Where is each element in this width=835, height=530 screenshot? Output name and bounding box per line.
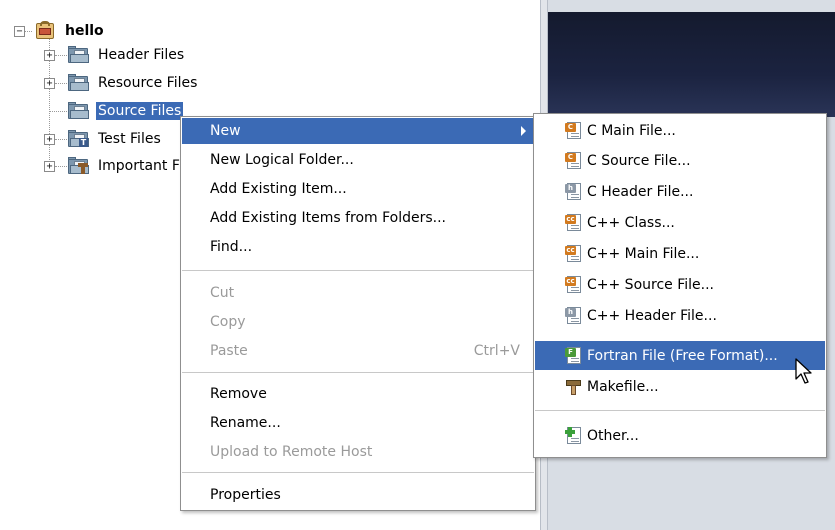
menu-item-shortcut: Ctrl+V bbox=[473, 343, 520, 359]
menu-item-label: Properties bbox=[210, 487, 281, 503]
menu-separator bbox=[535, 410, 825, 411]
menu-item-label: New Logical Folder... bbox=[210, 152, 354, 168]
tree-node-root[interactable]: hello bbox=[34, 19, 106, 43]
folder-icon bbox=[67, 74, 89, 92]
h-file-icon: h bbox=[565, 307, 582, 324]
test-folder-icon: T bbox=[67, 130, 89, 148]
submenu-item-c-source-file[interactable]: C C Source File... bbox=[535, 146, 825, 175]
submenu-item-label: Fortran File (Free Format)... bbox=[587, 347, 778, 364]
submenu-item-c-header-file[interactable]: h C Header File... bbox=[535, 177, 825, 206]
expand-icon[interactable]: + bbox=[44, 78, 55, 89]
menu-item-add-existing-item[interactable]: Add Existing Item... bbox=[182, 176, 534, 202]
menu-item-label: Find... bbox=[210, 239, 253, 255]
tree-node-test-files[interactable]: T Test Files bbox=[67, 127, 163, 151]
menu-separator bbox=[182, 270, 534, 271]
tree-connector bbox=[55, 166, 67, 167]
menu-separator bbox=[182, 472, 534, 473]
fortran-file-icon: F bbox=[565, 347, 582, 364]
project-icon bbox=[34, 21, 56, 41]
menu-item-label: Upload to Remote Host bbox=[210, 444, 373, 460]
tree-node-label: Test Files bbox=[98, 131, 161, 147]
folder-icon bbox=[67, 46, 89, 64]
menu-item-paste: Paste Ctrl+V bbox=[182, 338, 534, 364]
menu-item-copy: Copy bbox=[182, 309, 534, 335]
menu-item-label: Copy bbox=[210, 314, 246, 330]
menu-item-properties[interactable]: Properties bbox=[182, 482, 534, 508]
tree-node-label: Resource Files bbox=[98, 75, 198, 91]
submenu-item-makefile[interactable]: Makefile... bbox=[535, 372, 825, 401]
c-file-icon: C bbox=[565, 152, 582, 169]
submenu-item-fortran-file[interactable]: F Fortran File (Free Format)... bbox=[535, 341, 825, 370]
hammer-icon bbox=[565, 378, 582, 395]
submenu-item-label: C Source File... bbox=[587, 152, 691, 169]
menu-item-label: Paste bbox=[210, 343, 248, 359]
new-file-plus-icon bbox=[565, 427, 582, 444]
collapse-icon[interactable]: − bbox=[14, 26, 25, 37]
menu-item-label: Rename... bbox=[210, 415, 281, 431]
menu-separator bbox=[182, 372, 534, 373]
tree-node-label: hello bbox=[65, 23, 104, 39]
submenu-item-label: C++ Main File... bbox=[587, 245, 700, 262]
submenu-item-label: Other... bbox=[587, 427, 639, 444]
folder-icon bbox=[67, 102, 89, 120]
cpp-file-icon: cc bbox=[565, 245, 582, 262]
editor-dark-area bbox=[548, 12, 835, 117]
menu-item-add-existing-items-from-folders[interactable]: Add Existing Items from Folders... bbox=[182, 205, 534, 231]
h-file-icon: h bbox=[565, 183, 582, 200]
menu-item-remove[interactable]: Remove bbox=[182, 381, 534, 407]
tree-connector bbox=[49, 111, 67, 112]
menu-item-upload-to-remote-host: Upload to Remote Host bbox=[182, 439, 534, 465]
submenu-item-cpp-class[interactable]: cc C++ Class... bbox=[535, 208, 825, 237]
tree-node-source-files[interactable]: Source Files bbox=[67, 99, 184, 123]
cpp-file-icon: cc bbox=[565, 276, 582, 293]
tree-node-label: Source Files bbox=[96, 102, 184, 120]
tree-node-resource-files[interactable]: Resource Files bbox=[67, 71, 199, 95]
submenu-item-other[interactable]: Other... bbox=[535, 421, 825, 450]
menu-item-find[interactable]: Find... bbox=[182, 234, 534, 260]
menu-item-label: Remove bbox=[210, 386, 267, 402]
menu-item-label: New bbox=[210, 123, 241, 139]
submenu-item-label: C++ Header File... bbox=[587, 307, 717, 324]
tree-node-label: Header Files bbox=[98, 47, 185, 63]
menu-item-cut: Cut bbox=[182, 280, 534, 306]
submenu-item-label: C++ Class... bbox=[587, 214, 675, 231]
submenu-arrow-icon bbox=[521, 126, 526, 136]
expand-icon[interactable]: + bbox=[44, 50, 55, 61]
submenu-item-cpp-header-file[interactable]: h C++ Header File... bbox=[535, 301, 825, 330]
new-submenu: C C Main File... C C Source File... h C … bbox=[533, 113, 827, 458]
expand-icon[interactable]: + bbox=[44, 161, 55, 172]
submenu-item-label: C Main File... bbox=[587, 122, 676, 139]
submenu-item-cpp-main-file[interactable]: cc C++ Main File... bbox=[535, 239, 825, 268]
mouse-pointer-icon bbox=[795, 358, 812, 384]
menu-item-label: Add Existing Items from Folders... bbox=[210, 210, 447, 226]
tree-connector bbox=[55, 83, 67, 84]
menu-item-label: Cut bbox=[210, 285, 235, 301]
context-menu: New New Logical Folder... Add Existing I… bbox=[180, 116, 536, 511]
tree-connector bbox=[55, 139, 67, 140]
submenu-item-label: C Header File... bbox=[587, 183, 694, 200]
submenu-item-c-main-file[interactable]: C C Main File... bbox=[535, 116, 825, 145]
tree-node-header-files[interactable]: Header Files bbox=[67, 43, 186, 67]
menu-item-label: Add Existing Item... bbox=[210, 181, 347, 197]
submenu-item-label: C++ Source File... bbox=[587, 276, 714, 293]
submenu-item-label: Makefile... bbox=[587, 378, 659, 395]
menu-item-new[interactable]: New bbox=[182, 118, 534, 144]
important-folder-icon bbox=[67, 157, 89, 175]
expand-icon[interactable]: + bbox=[44, 134, 55, 145]
cpp-file-icon: cc bbox=[565, 214, 582, 231]
c-file-icon: C bbox=[565, 122, 582, 139]
submenu-item-cpp-source-file[interactable]: cc C++ Source File... bbox=[535, 270, 825, 299]
menu-item-rename[interactable]: Rename... bbox=[182, 410, 534, 436]
tree-connector bbox=[55, 55, 67, 56]
menu-item-new-logical-folder[interactable]: New Logical Folder... bbox=[182, 147, 534, 173]
